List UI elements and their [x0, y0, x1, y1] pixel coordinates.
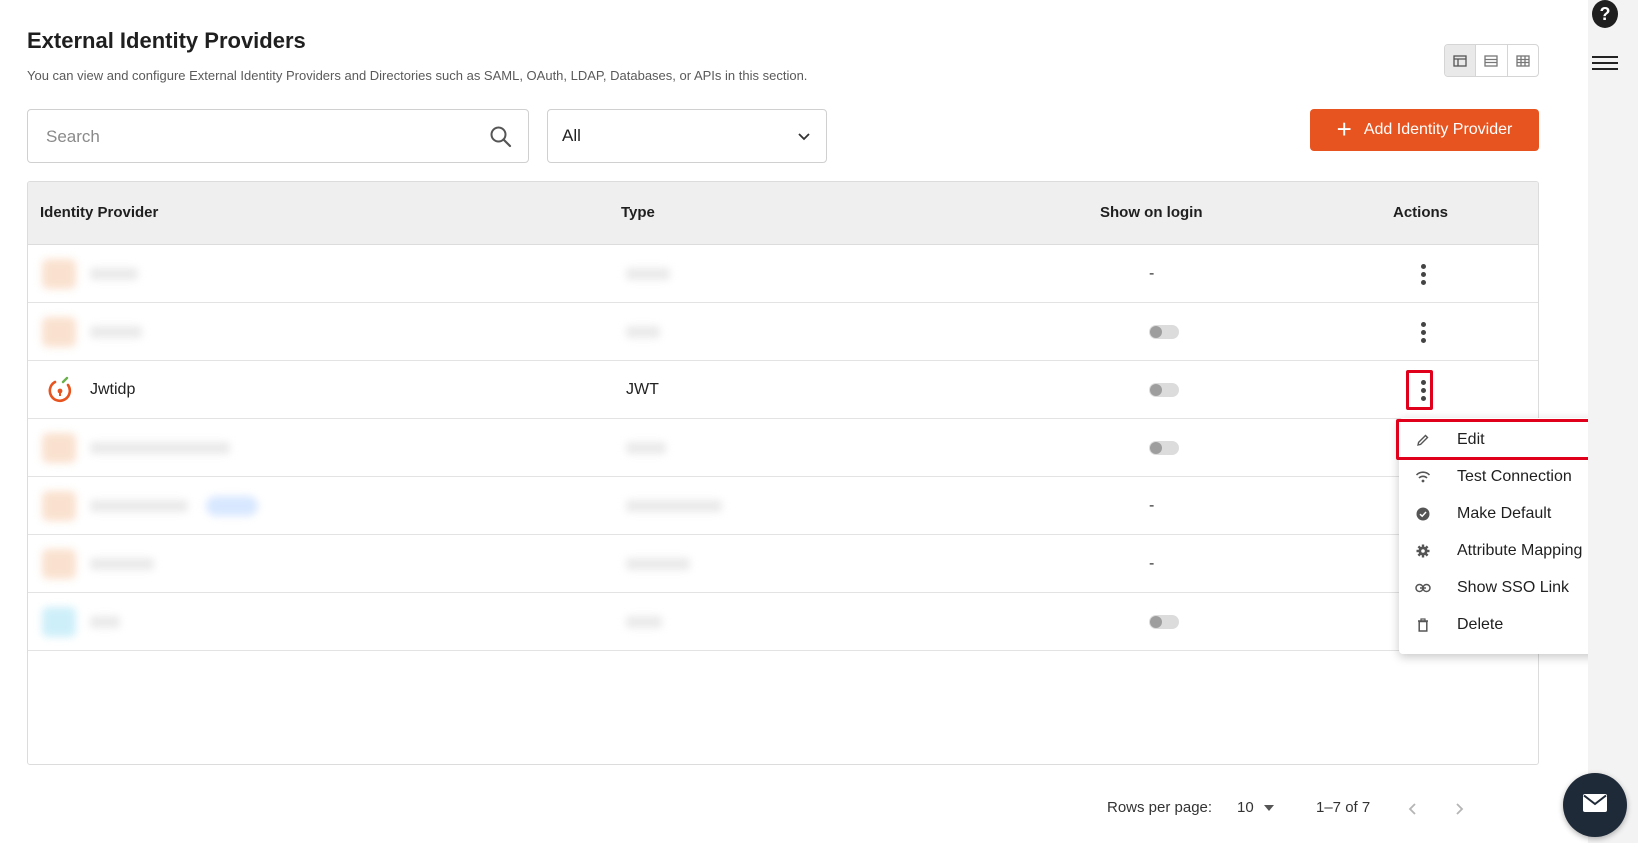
grid-view-icon[interactable]	[1508, 45, 1538, 76]
column-header-identity-provider[interactable]: Identity Provider	[40, 204, 158, 221]
add-identity-provider-button[interactable]: + Add Identity Provider	[1310, 109, 1539, 151]
help-icon[interactable]: ?	[1592, 0, 1618, 28]
wifi-icon	[1415, 469, 1431, 485]
menu-item-attribute-mapping[interactable]: Attribute Mapping	[1399, 532, 1608, 569]
provider-type-cell	[626, 303, 660, 361]
next-page-icon[interactable]	[1450, 800, 1468, 818]
show-on-login-dash: -	[1149, 265, 1155, 282]
search-input[interactable]	[46, 124, 466, 150]
provider-name-cell	[42, 535, 154, 593]
table-row[interactable]	[28, 593, 1538, 651]
menu-item-show-sso-link[interactable]: Show SSO Link	[1399, 569, 1608, 606]
column-header-show-on-login[interactable]: Show on login	[1100, 204, 1202, 221]
provider-type: JWT	[626, 381, 659, 398]
search-box	[27, 109, 529, 163]
link-icon	[1415, 580, 1431, 596]
menu-item-make-default[interactable]: Make Default	[1399, 495, 1608, 532]
provider-name-cell	[42, 593, 120, 651]
list-view-icon[interactable]	[1476, 45, 1508, 76]
plus-icon: +	[1336, 113, 1352, 144]
provider-name-cell	[42, 477, 258, 535]
menu-item-label: Attribute Mapping	[1457, 541, 1583, 559]
show-on-login-toggle[interactable]	[1149, 593, 1179, 651]
page-title: External Identity Providers	[27, 28, 306, 53]
table-row[interactable]: -	[28, 477, 1538, 535]
menu-item-label: Make Default	[1457, 504, 1552, 522]
rows-per-page-label: Rows per page:	[1107, 799, 1213, 816]
provider-name-cell	[42, 303, 142, 361]
kebab-menu-icon[interactable]	[1420, 263, 1426, 285]
type-filter-select[interactable]: All	[547, 109, 827, 163]
show-on-login-dash: -	[1149, 555, 1155, 572]
trash-icon	[1415, 617, 1431, 633]
hamburger-menu-icon[interactable]	[1592, 52, 1618, 72]
provider-name: Jwtidp	[90, 381, 136, 398]
kebab-highlight-box	[1406, 370, 1433, 410]
table-row[interactable]: Jwtidp JWT	[28, 361, 1538, 419]
check-circle-icon	[1415, 506, 1431, 522]
right-sidebar: ?	[1588, 0, 1638, 843]
kebab-menu-icon[interactable]	[1420, 321, 1426, 343]
identity-provider-table: Identity Provider Type Show on login Act…	[27, 181, 1539, 765]
rows-per-page-value: 10	[1237, 799, 1254, 816]
provider-name-cell	[42, 419, 230, 477]
chat-support-button[interactable]	[1563, 773, 1627, 837]
main-content: External Identity Providers You can view…	[0, 0, 1608, 843]
menu-item-label: Test Connection	[1457, 467, 1572, 485]
menu-item-test-connection[interactable]: Test Connection	[1399, 458, 1608, 495]
view-toggle	[1444, 44, 1539, 77]
provider-name-cell	[42, 245, 138, 303]
show-on-login-dash: -	[1149, 497, 1155, 514]
mail-icon	[1582, 793, 1608, 818]
table-view-icon[interactable]	[1445, 45, 1477, 76]
menu-item-label: Show SSO Link	[1457, 578, 1570, 596]
add-identity-provider-label: Add Identity Provider	[1363, 121, 1513, 138]
jwt-logo-icon	[46, 376, 74, 404]
provider-type-cell	[626, 535, 690, 593]
row-actions-button[interactable]	[1420, 303, 1426, 361]
table-row[interactable]	[28, 303, 1538, 361]
show-on-login-toggle[interactable]	[1149, 361, 1179, 419]
provider-name-cell: Jwtidp	[46, 361, 135, 419]
table-row[interactable]: -	[28, 245, 1538, 303]
previous-page-icon[interactable]	[1404, 800, 1422, 818]
provider-type-cell	[626, 477, 722, 535]
table-row[interactable]	[28, 419, 1538, 477]
row-actions-button[interactable]	[1420, 245, 1426, 303]
table-row[interactable]: -	[28, 535, 1538, 593]
caret-down-icon	[1263, 804, 1274, 811]
column-header-type[interactable]: Type	[621, 204, 655, 221]
menu-item-label: Delete	[1457, 615, 1504, 633]
show-on-login-toggle[interactable]	[1149, 303, 1179, 361]
search-icon[interactable]	[488, 124, 514, 150]
page-subtitle: You can view and configure External Iden…	[27, 68, 808, 83]
provider-type-cell	[626, 245, 670, 303]
provider-type-cell	[626, 593, 662, 651]
edit-highlight-box	[1396, 419, 1608, 460]
rows-per-page-select[interactable]: 10	[1237, 799, 1274, 816]
gear-icon	[1415, 543, 1431, 559]
provider-type-cell	[626, 419, 666, 477]
pagination-range: 1–7 of 7	[1316, 799, 1371, 816]
show-on-login-toggle[interactable]	[1149, 419, 1179, 477]
column-header-actions: Actions	[1393, 204, 1449, 221]
type-filter-value: All	[562, 126, 581, 145]
menu-item-delete[interactable]: Delete	[1399, 606, 1608, 643]
table-header: Identity Provider Type Show on login Act…	[28, 182, 1538, 245]
chevron-down-icon	[796, 130, 812, 144]
